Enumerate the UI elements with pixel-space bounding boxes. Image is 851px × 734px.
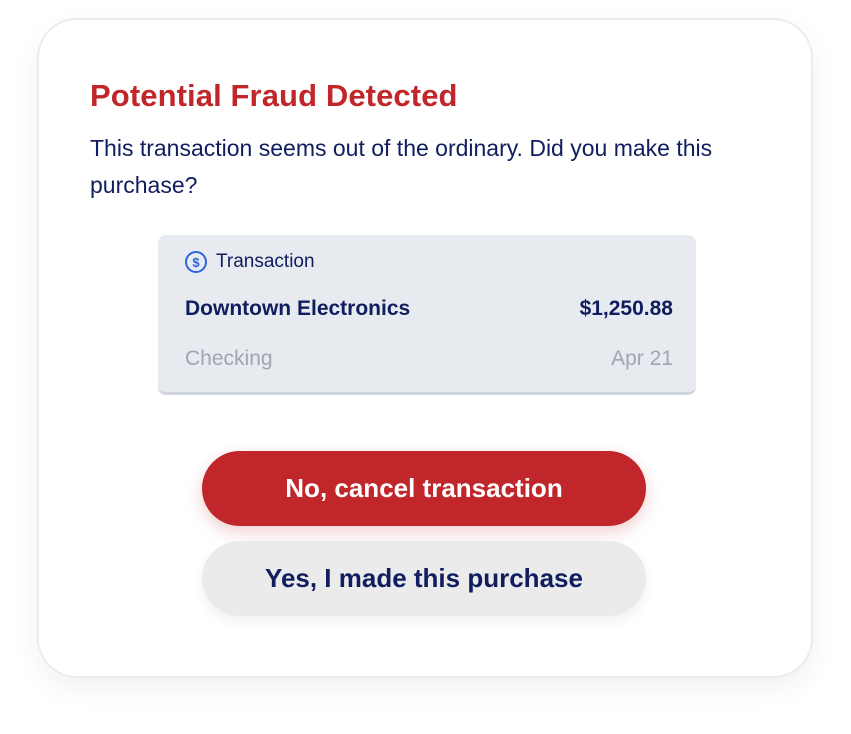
merchant-name: Downtown Electronics: [185, 297, 411, 320]
cancel-transaction-button[interactable]: No, cancel transaction: [202, 451, 646, 526]
account-name: Checking: [185, 347, 273, 370]
dollar-circle-icon: $: [185, 251, 207, 273]
transaction-date: Apr 21: [611, 347, 673, 370]
transaction-amount: $1,250.88: [579, 297, 673, 320]
transaction-header: $ Transaction: [185, 251, 315, 273]
transaction-summary: $ Transaction Downtown Electronics $1,25…: [158, 235, 696, 395]
dialog-title: Potential Fraud Detected: [90, 78, 458, 113]
transaction-label: Transaction: [216, 251, 315, 272]
dialog-message: This transaction seems out of the ordina…: [90, 135, 713, 198]
fraud-alert-card: Potential Fraud Detected This transactio…: [37, 18, 813, 678]
confirm-purchase-button[interactable]: Yes, I made this purchase: [202, 541, 646, 616]
